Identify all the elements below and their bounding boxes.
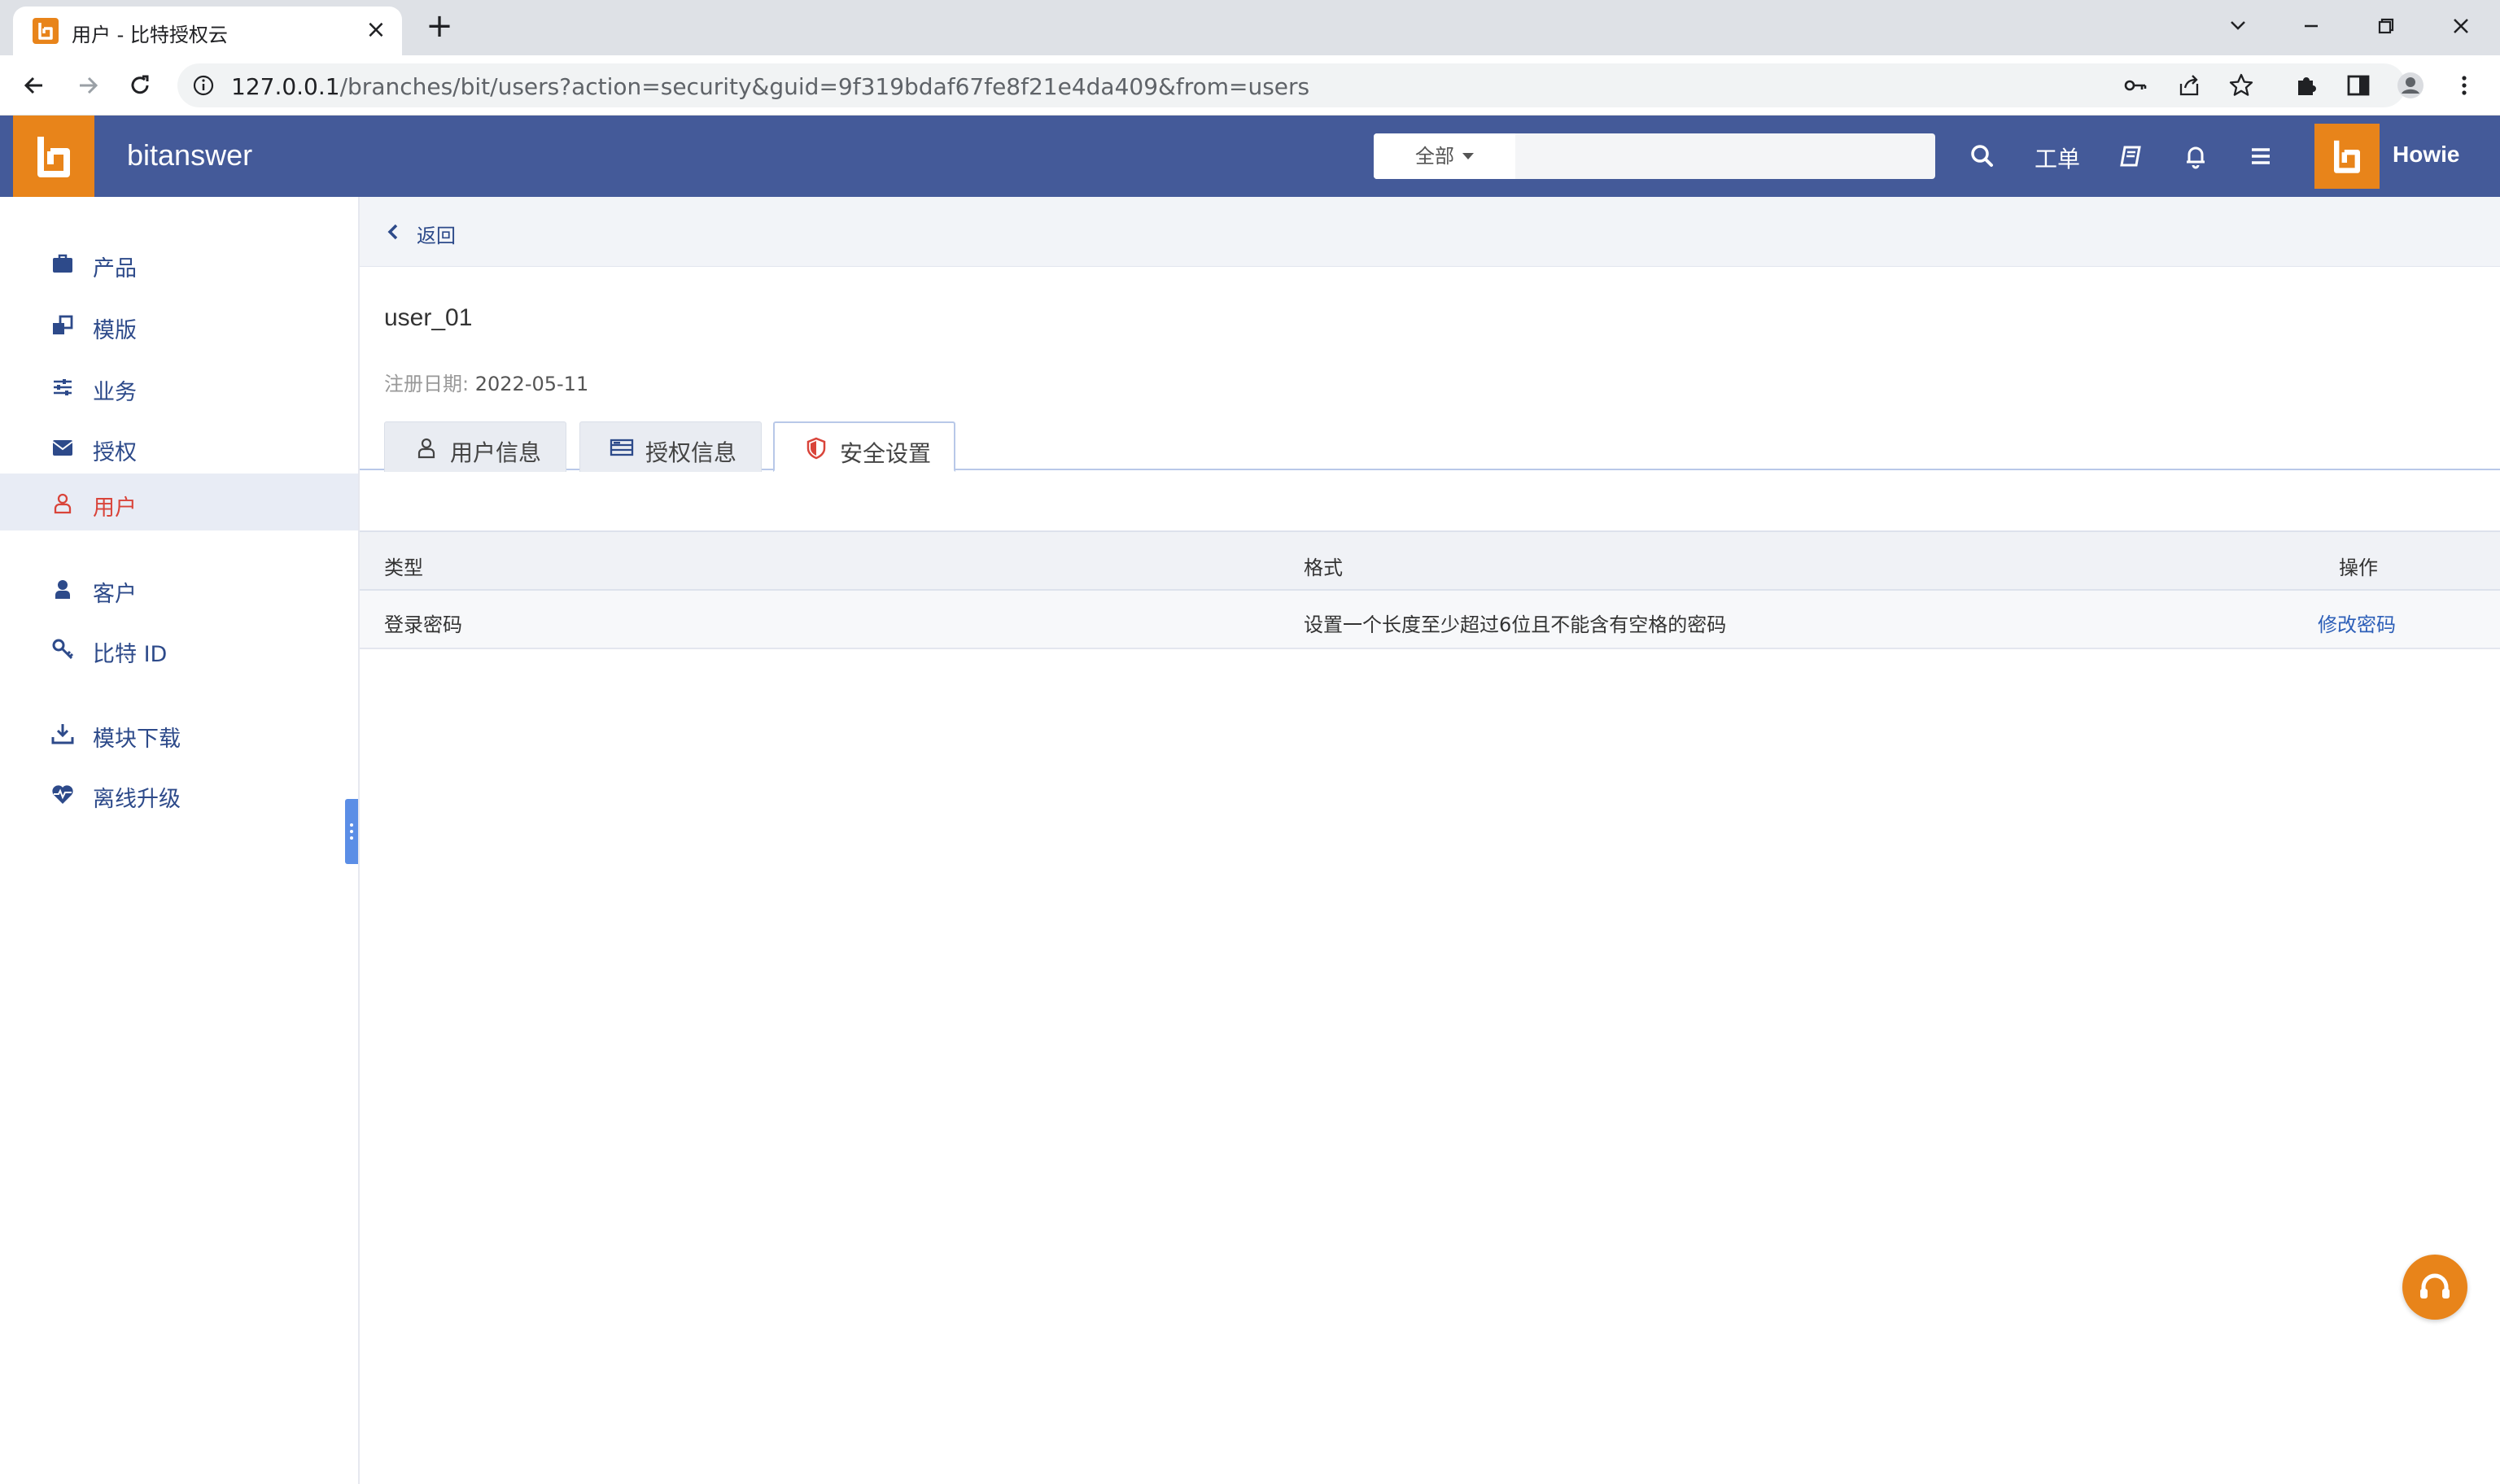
avatar[interactable] xyxy=(2314,124,2380,189)
address-url[interactable]: 127.0.0.1/branches/bit/users?action=secu… xyxy=(231,73,1309,100)
page: 用户 - 比特授权云 × + 127.0.0.1/branches/bit/us… xyxy=(0,0,2500,1484)
user-icon xyxy=(50,577,75,601)
sidebar-item-label: 产品 xyxy=(93,256,137,282)
table-header: 类型 格式 操作 xyxy=(360,530,2500,591)
heartbeat-icon xyxy=(50,782,75,806)
search-input[interactable] xyxy=(1515,133,1935,179)
back-link[interactable]: 返回 xyxy=(417,220,456,248)
list-icon xyxy=(610,435,634,460)
sidebar-item-customers[interactable]: 客户 xyxy=(0,560,358,617)
browser-tab-title: 用户 - 比特授权云 xyxy=(72,24,228,46)
support-headset-button[interactable] xyxy=(2402,1255,2467,1320)
download-icon xyxy=(50,722,75,746)
close-tab-icon[interactable]: × xyxy=(363,18,389,44)
app-header: bitanswer 全部 工单 Howie xyxy=(0,116,2500,197)
minimize-icon[interactable] xyxy=(2287,8,2336,44)
sidebar-item-label: 客户 xyxy=(93,582,137,607)
search-scope-label: 全部 xyxy=(1415,145,1454,168)
restore-icon[interactable] xyxy=(2362,8,2410,44)
tab-security-settings[interactable]: 安全设置 xyxy=(773,421,955,472)
sliders-icon xyxy=(50,375,75,399)
workorder-link[interactable]: 工单 xyxy=(2035,142,2080,174)
user-name-title: user_01 xyxy=(384,304,473,331)
sidebar-item-label: 业务 xyxy=(93,380,137,405)
user-outline-icon xyxy=(414,435,439,460)
password-key-icon[interactable] xyxy=(2122,72,2148,98)
brand-name: bitanswer xyxy=(127,138,253,172)
sidebar-item-users[interactable]: 用户 xyxy=(0,474,358,530)
column-header-action: 操作 xyxy=(2339,556,2378,579)
extensions-icon[interactable] xyxy=(2292,71,2321,100)
sidebar-item-label: 用户 xyxy=(93,495,137,521)
detail-tabs: 用户信息 授权信息 安全设置 xyxy=(360,421,2500,472)
share-icon[interactable] xyxy=(2176,72,2202,98)
site-info-icon[interactable] xyxy=(192,74,215,97)
sidebar-collapse-handle[interactable] xyxy=(345,799,358,864)
tab-user-info[interactable]: 用户信息 xyxy=(384,421,566,472)
url-host: 127.0.0.1 xyxy=(231,73,340,100)
sidebar: 产品 模版 业务 授权 用户 客户 比特 ID 模块下载 离线升级 xyxy=(0,197,360,1484)
back-arrow-icon[interactable] xyxy=(20,71,49,100)
menu-bars-icon[interactable] xyxy=(2244,140,2277,172)
sidebar-item-products[interactable]: 产品 xyxy=(0,234,358,291)
clone-icon xyxy=(50,313,75,338)
search-scope-dropdown[interactable]: 全部 xyxy=(1374,133,1515,179)
bookmark-star-icon[interactable] xyxy=(2228,72,2254,98)
app-logo-icon[interactable] xyxy=(13,116,94,197)
column-header-format: 格式 xyxy=(1304,556,1343,579)
book-icon[interactable] xyxy=(2114,140,2147,172)
user-outline-icon xyxy=(50,491,75,515)
tab-license-info[interactable]: 授权信息 xyxy=(579,421,762,472)
reg-date-label: 注册日期: xyxy=(384,373,470,395)
browser-menu-icon[interactable] xyxy=(2450,71,2479,100)
tab-label: 授权信息 xyxy=(645,439,737,466)
browser-tab[interactable]: 用户 - 比特授权云 × xyxy=(13,7,402,55)
new-tab-icon[interactable]: + xyxy=(422,10,457,46)
table-row: 登录密码 设置一个长度至少超过6位且不能含有空格的密码 修改密码 xyxy=(360,591,2500,649)
reg-date-value: 2022-05-11 xyxy=(474,373,589,395)
change-password-link[interactable]: 修改密码 xyxy=(2318,609,2396,637)
search-icon[interactable] xyxy=(1966,140,1999,172)
registration-date: 注册日期: 2022-05-11 xyxy=(384,368,588,396)
shield-icon xyxy=(804,436,828,460)
back-bar: 返回 xyxy=(360,197,2500,267)
sidebar-item-module-download[interactable]: 模块下载 xyxy=(0,705,358,762)
sidebar-item-bit-id[interactable]: 比特 ID xyxy=(0,620,358,677)
tab-label: 安全设置 xyxy=(840,440,932,467)
sidebar-item-label: 比特 ID xyxy=(93,642,168,667)
global-search: 全部 xyxy=(1374,133,1935,179)
sidebar-item-label: 模版 xyxy=(93,318,137,343)
url-path: /branches/bit/users?action=security&guid… xyxy=(339,73,1310,100)
row-format: 设置一个长度至少超过6位且不能含有空格的密码 xyxy=(1304,613,1727,636)
caret-down-icon xyxy=(1462,153,1474,159)
profile-icon[interactable] xyxy=(2396,71,2425,100)
browser-toolbar: 127.0.0.1/branches/bit/users?action=secu… xyxy=(0,55,2500,116)
sidebar-item-label: 模块下载 xyxy=(93,727,181,752)
sidebar-item-offline-upgrade[interactable]: 离线升级 xyxy=(0,765,358,822)
envelope-icon xyxy=(50,435,75,460)
bell-icon[interactable] xyxy=(2179,140,2212,172)
briefcase-icon xyxy=(50,251,75,276)
reload-icon[interactable] xyxy=(125,71,155,100)
sidebar-item-templates[interactable]: 模版 xyxy=(0,296,358,353)
sidebar-item-label: 离线升级 xyxy=(93,787,181,812)
headset-icon xyxy=(2420,1273,2450,1298)
tab-search-icon[interactable] xyxy=(2214,8,2262,44)
key-icon xyxy=(50,637,75,661)
username[interactable]: Howie xyxy=(2393,142,2459,168)
window-close-icon[interactable] xyxy=(2437,8,2485,44)
sidebar-item-licenses[interactable]: 授权 xyxy=(0,418,358,475)
sidebar-item-business[interactable]: 业务 xyxy=(0,358,358,415)
favicon-icon xyxy=(33,18,59,44)
chevron-left-icon[interactable] xyxy=(382,220,404,244)
address-bar[interactable]: 127.0.0.1/branches/bit/users?action=secu… xyxy=(177,63,2406,107)
column-header-type: 类型 xyxy=(384,556,423,579)
main-content: 返回 user_01 注册日期: 2022-05-11 用户信息 授权信息 安全… xyxy=(360,197,2500,1484)
tab-label: 用户信息 xyxy=(450,439,542,466)
forward-arrow-icon[interactable] xyxy=(73,71,103,100)
sidebar-item-label: 授权 xyxy=(93,440,137,465)
row-type: 登录密码 xyxy=(384,613,462,636)
side-panel-icon[interactable] xyxy=(2344,71,2373,100)
browser-tabstrip: 用户 - 比特授权云 × + xyxy=(0,0,2500,55)
